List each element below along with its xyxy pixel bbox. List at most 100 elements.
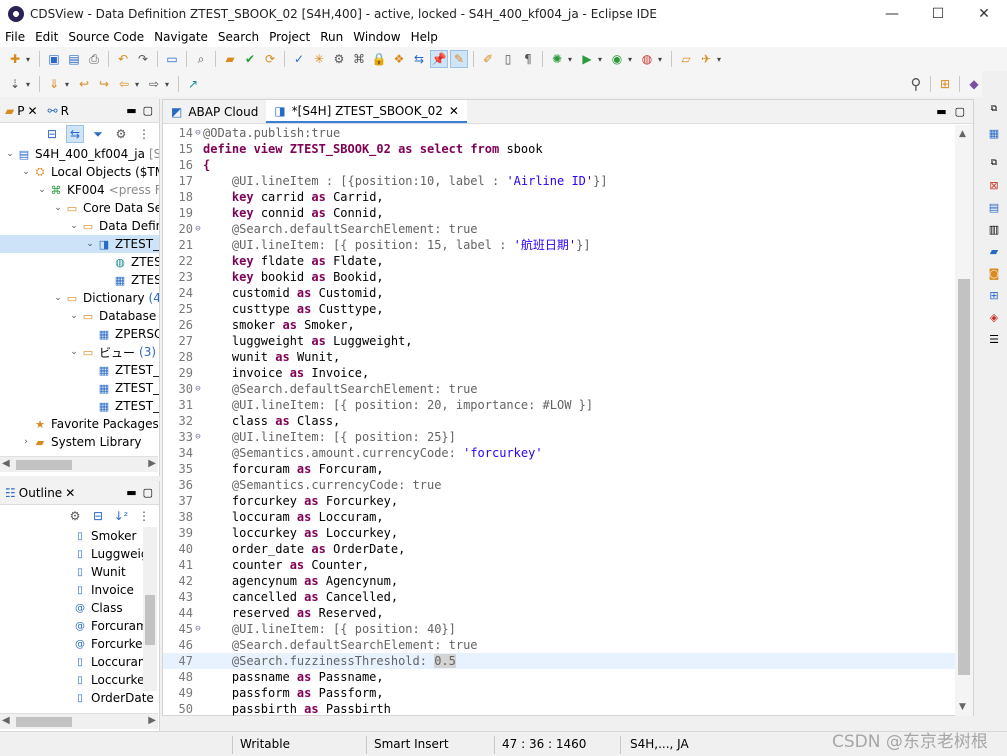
- menu-search[interactable]: Search: [213, 30, 264, 44]
- fold-toggle-icon[interactable]: ⊖: [193, 381, 203, 397]
- paragraph-icon[interactable]: ¶: [519, 50, 537, 68]
- tools-dropdown-icon[interactable]: ▾: [717, 55, 725, 64]
- code-line[interactable]: 21 @UI.lineItem: [{ position: 15, label …: [163, 237, 955, 253]
- history-icon[interactable]: ▥: [986, 221, 1002, 237]
- next-edit-icon[interactable]: ↪: [95, 75, 113, 93]
- tab-project-explorer[interactable]: ▰ P ✕: [2, 104, 41, 118]
- view-menu-icon[interactable]: ⋮: [135, 125, 153, 143]
- run-dropdown-icon[interactable]: ▾: [598, 55, 606, 64]
- code-line[interactable]: 40 order_date as OrderDate,: [163, 541, 955, 557]
- debug-icon[interactable]: ✺: [548, 50, 566, 68]
- perspective-abap-icon[interactable]: ◆: [965, 75, 983, 93]
- coverage-icon[interactable]: ◉: [608, 50, 626, 68]
- minimize-icon[interactable]: ▬: [126, 104, 136, 117]
- new-icon[interactable]: ✚: [6, 50, 24, 68]
- tree-item[interactable]: ▦ ZTEST_C: [0, 361, 159, 379]
- lock-icon[interactable]: 🔒: [370, 50, 388, 68]
- save-icon[interactable]: ▣: [45, 50, 63, 68]
- code-line[interactable]: 50 passbirth as Passbirth: [163, 701, 955, 716]
- tree-item[interactable]: › ▰ System Library: [0, 433, 141, 451]
- settings-icon[interactable]: ⚙: [112, 125, 130, 143]
- expand-toggle-icon[interactable]: ⌄: [4, 149, 16, 159]
- code-line[interactable]: 32 class as Class,: [163, 413, 955, 429]
- outline-item[interactable]: @ Class: [72, 599, 123, 617]
- code-line[interactable]: 39 loccurkey as Loccurkey,: [163, 525, 955, 541]
- tree-item[interactable]: ⌄▭ Core Data Serv: [0, 199, 159, 217]
- search-icon[interactable]: ⚲: [907, 75, 925, 93]
- scroll-thumb[interactable]: [958, 279, 970, 675]
- outline-item[interactable]: ▯ Loccuram: [72, 653, 149, 671]
- tree-item[interactable]: ⌄⌘ KF004<press F5: [0, 181, 159, 199]
- fold-toggle-icon[interactable]: ⊖: [193, 221, 203, 237]
- save-all-icon[interactable]: ▤: [65, 50, 83, 68]
- maximize-icon[interactable]: ▢: [143, 104, 153, 117]
- outline-item[interactable]: ▯ Invoice: [72, 581, 134, 599]
- maximize-button[interactable]: ☐: [915, 0, 961, 27]
- tab-relation-explorer[interactable]: ⚯ R: [45, 104, 72, 118]
- activate-icon[interactable]: ⟳: [261, 50, 279, 68]
- undo-icon[interactable]: ↶: [114, 50, 132, 68]
- scroll-thumb[interactable]: [16, 460, 72, 470]
- code-line[interactable]: 27 luggweight as Luggweight,: [163, 333, 955, 349]
- menu-project[interactable]: Project: [264, 30, 315, 44]
- code-line[interactable]: 48 passname as Passname,: [163, 669, 955, 685]
- problems-icon[interactable]: ⊠: [986, 177, 1002, 193]
- tab-outline[interactable]: ☷ Outline ✕: [2, 486, 78, 500]
- scroll-up-icon[interactable]: ▲: [959, 129, 966, 139]
- burst-icon[interactable]: ✳: [310, 50, 328, 68]
- code-line[interactable]: 46 @Search.defaultSearchElement: true: [163, 637, 955, 653]
- check-icon[interactable]: ✔: [241, 50, 259, 68]
- next-annotation-dropdown-icon[interactable]: ▾: [65, 80, 73, 89]
- scroll-thumb[interactable]: [145, 595, 155, 645]
- close-icon[interactable]: ✕: [449, 104, 459, 118]
- properties-icon[interactable]: ▦: [986, 125, 1002, 141]
- tree-item[interactable]: ⌄▭ Data Defini: [0, 217, 159, 235]
- edit-object-icon[interactable]: ✐: [479, 50, 497, 68]
- restore-icon[interactable]: ⧉: [986, 101, 1002, 117]
- prev-edit-icon[interactable]: ↩: [75, 75, 93, 93]
- run-icon[interactable]: ▶: [578, 50, 596, 68]
- minimize-button[interactable]: —: [869, 0, 915, 27]
- code-line[interactable]: 28 wunit as Wunit,: [163, 349, 955, 365]
- tools-icon[interactable]: ✈: [697, 50, 715, 68]
- code-line[interactable]: 16 {: [163, 157, 955, 173]
- tree-item[interactable]: ⌄◨ ZTEST_S: [0, 235, 159, 253]
- code-line[interactable]: 19 key connid as Connid,: [163, 205, 955, 221]
- menu-window[interactable]: Window: [348, 30, 405, 44]
- vertical-scrollbar[interactable]: [143, 527, 157, 691]
- new-dropdown-icon[interactable]: ▾: [26, 55, 34, 64]
- collapse-all-icon[interactable]: ⊟: [43, 125, 61, 143]
- print-icon[interactable]: ⎙: [85, 50, 103, 68]
- page-icon[interactable]: ▯: [499, 50, 517, 68]
- annotation-icon[interactable]: ⇣: [6, 75, 24, 93]
- syntax-check-icon[interactable]: ✓: [290, 50, 308, 68]
- scroll-down-icon[interactable]: ▼: [959, 702, 966, 712]
- close-icon[interactable]: ✕: [27, 104, 37, 118]
- expand-toggle-icon[interactable]: ›: [20, 437, 32, 447]
- terminal-icon[interactable]: ▭: [163, 50, 181, 68]
- menu-edit[interactable]: Edit: [30, 30, 63, 44]
- close-icon[interactable]: ✕: [65, 486, 75, 500]
- scroll-left-icon[interactable]: ◀: [2, 715, 10, 726]
- tree-item[interactable]: ⌄ ▭ ビュー (3): [0, 343, 156, 361]
- pin-icon[interactable]: 📌: [430, 50, 448, 68]
- collapse-all-icon[interactable]: ⊟: [89, 507, 107, 525]
- expand-toggle-icon[interactable]: ⌄: [84, 239, 96, 249]
- menu-navigate[interactable]: Navigate: [149, 30, 213, 44]
- minimize-icon[interactable]: ▬: [936, 105, 946, 118]
- code-line[interactable]: 17 @UI.lineItem : [{position:10, label :…: [163, 173, 955, 189]
- editor-vertical-scrollbar[interactable]: ▲ ▼: [955, 125, 973, 716]
- code-line[interactable]: 49 passform as Passform,: [163, 685, 955, 701]
- scroll-thumb[interactable]: [16, 717, 72, 727]
- back-dropdown-icon[interactable]: ▾: [135, 80, 143, 89]
- expand-toggle-icon[interactable]: ⌄: [68, 311, 80, 321]
- code-line[interactable]: 14 ⊖ @OData.publish:true: [163, 125, 955, 141]
- link-editor-icon[interactable]: ⇆: [66, 125, 84, 143]
- scroll-right-icon[interactable]: ▶: [148, 715, 156, 726]
- expand-toggle-icon[interactable]: ⌄: [52, 293, 64, 303]
- external-tools-icon[interactable]: ◍: [638, 50, 656, 68]
- horizontal-scrollbar[interactable]: ◀ ▶: [0, 456, 158, 472]
- tasks-icon[interactable]: ◈: [986, 309, 1002, 325]
- status-insert-mode[interactable]: Smart Insert: [374, 737, 449, 751]
- code-line[interactable]: 29 invoice as Invoice,: [163, 365, 955, 381]
